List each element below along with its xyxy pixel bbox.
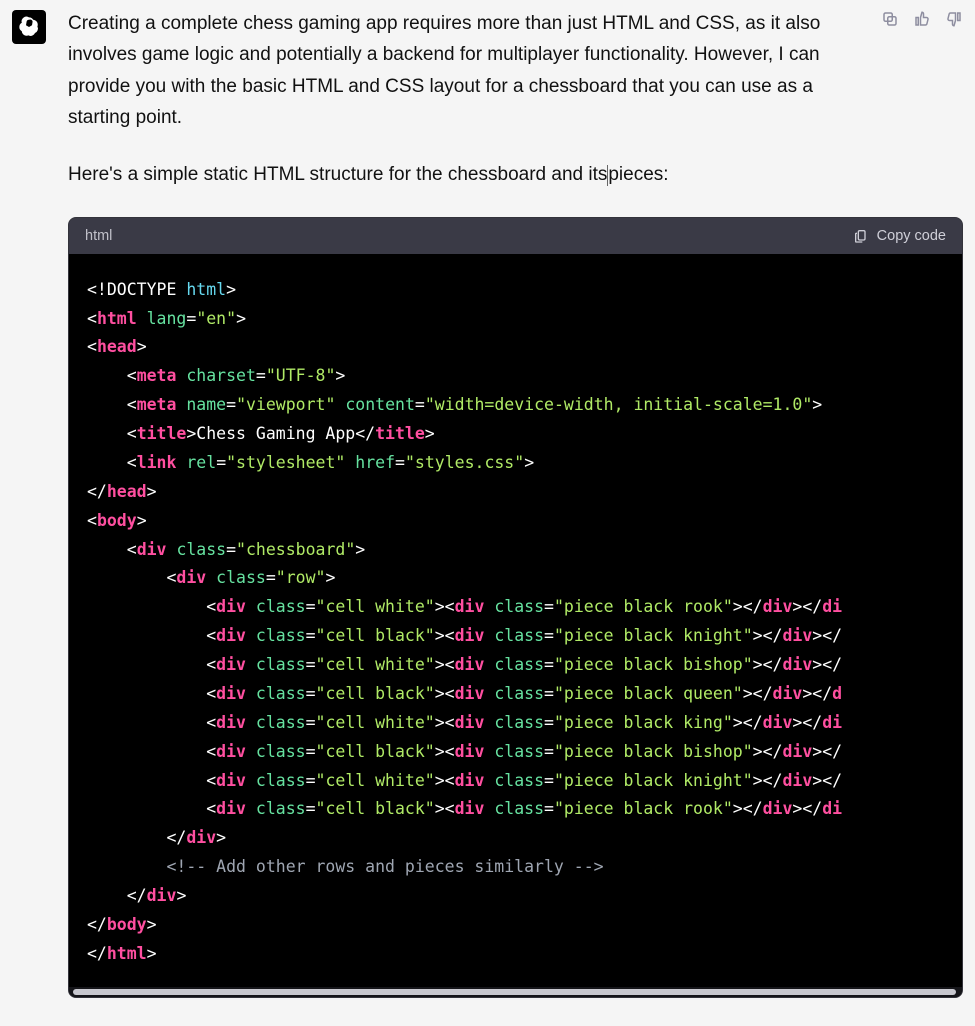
assistant-paragraph-1: Creating a complete chess gaming app req… — [68, 8, 873, 133]
code-content: <!DOCTYPE html> <html lang="en"> <head> … — [69, 254, 962, 987]
openai-logo-icon — [17, 15, 41, 39]
horizontal-scrollbar[interactable] — [69, 987, 962, 997]
assistant-avatar — [12, 10, 46, 44]
text-fragment: Here's a simple static HTML structure fo… — [68, 164, 607, 185]
thumbs-down-icon[interactable] — [943, 8, 965, 30]
thumbs-up-icon[interactable] — [911, 8, 933, 30]
code-language-label: html — [85, 228, 112, 244]
assistant-paragraph-2: Here's a simple static HTML structure fo… — [68, 159, 873, 190]
text-fragment: pieces: — [608, 164, 668, 185]
message-actions — [879, 8, 965, 30]
code-block-body[interactable]: <!DOCTYPE html> <html lang="en"> <head> … — [69, 254, 962, 997]
copy-code-label: Copy code — [877, 228, 946, 244]
code-block: html Copy code <!DOCTYPE html> <html lan… — [68, 217, 963, 998]
clipboard-icon — [853, 228, 869, 244]
code-block-header: html Copy code — [69, 218, 962, 254]
copy-code-button[interactable]: Copy code — [853, 228, 946, 244]
text-cursor — [607, 165, 608, 186]
copy-icon[interactable] — [879, 8, 901, 30]
